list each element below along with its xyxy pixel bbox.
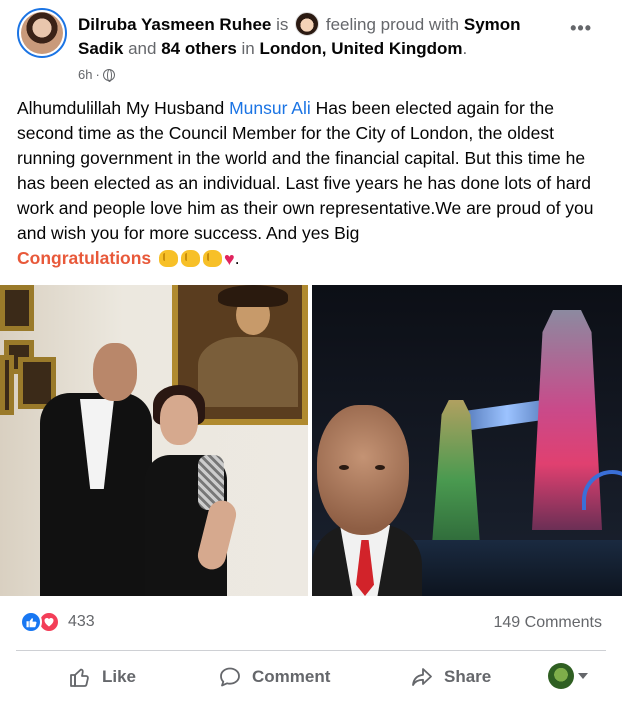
location-link[interactable]: London, United Kingdom xyxy=(260,39,463,58)
location-end: . xyxy=(462,39,468,58)
congrats-word: Congratulations xyxy=(17,248,152,268)
clapping-hands-icon xyxy=(181,250,201,267)
author-name[interactable]: Dilruba Yasmeen Ruhee xyxy=(78,15,271,34)
wall-frame xyxy=(0,285,34,331)
divider xyxy=(16,650,606,651)
post-text-end: . xyxy=(234,248,240,268)
share-arrow-icon xyxy=(412,668,432,686)
meta-separator: · xyxy=(95,67,100,82)
feeling-text: feeling proud with xyxy=(325,15,460,34)
eye xyxy=(339,465,349,470)
woman-face xyxy=(160,395,198,445)
comment-label: Comment xyxy=(252,667,331,686)
painting-hat xyxy=(218,285,288,307)
photo-couple[interactable] xyxy=(0,285,308,596)
thumbs-up-icon xyxy=(70,668,89,687)
reaction-count: 433 xyxy=(68,613,95,630)
post-text: Alhumdulillah My Husband Munsur Ali Has … xyxy=(17,96,607,272)
author-avatar[interactable] xyxy=(17,8,67,58)
comment-button[interactable]: Comment xyxy=(218,665,330,689)
globe-icon xyxy=(102,68,115,82)
share-label: Share xyxy=(444,667,492,686)
clapping-hands-icon xyxy=(159,250,179,267)
clapping-hands-icon xyxy=(203,250,223,267)
red-heart-icon: ♥ xyxy=(224,249,235,269)
painting-body xyxy=(198,337,298,407)
facebook-post: Dilruba Yasmeen Ruhee is feeling proud w… xyxy=(0,0,622,705)
share-button[interactable]: Share xyxy=(410,665,491,689)
chevron-down-icon xyxy=(578,673,588,679)
viewer-avatar xyxy=(548,663,574,689)
connector-and: and xyxy=(128,39,157,58)
connector-is: is xyxy=(276,15,289,34)
reaction-as-selector[interactable] xyxy=(548,663,588,689)
post-text-before: Alhumdulillah My Husband xyxy=(17,98,230,118)
post-header: Dilruba Yasmeen Ruhee is feeling proud w… xyxy=(78,12,558,61)
mention-link[interactable]: Munsur Ali xyxy=(229,98,311,118)
like-button[interactable]: Like xyxy=(68,665,136,689)
wall-frame xyxy=(0,355,14,415)
eye xyxy=(375,465,385,470)
post-time[interactable]: 6h xyxy=(78,67,92,82)
reactions-summary[interactable]: 433 xyxy=(20,611,95,633)
like-reaction-icon xyxy=(20,611,42,633)
comments-count-link[interactable]: 149 Comments xyxy=(494,614,603,632)
man-face xyxy=(93,343,137,401)
action-bar: Like Comment Share xyxy=(16,657,606,697)
connector-in: in xyxy=(241,39,255,58)
selfie-face xyxy=(317,405,409,535)
others-link[interactable]: 84 others xyxy=(161,39,237,58)
like-label: Like xyxy=(102,667,137,686)
post-text-after: Has been elected again for the second ti… xyxy=(17,98,594,243)
comment-bubble-icon xyxy=(220,667,240,687)
more-options-icon[interactable]: ••• xyxy=(570,18,592,39)
author-avatar-image xyxy=(21,12,63,54)
feeling-emoji-icon xyxy=(295,12,320,36)
photo-tower-bridge-selfie[interactable] xyxy=(312,285,622,596)
post-meta: 6h · xyxy=(78,67,115,82)
